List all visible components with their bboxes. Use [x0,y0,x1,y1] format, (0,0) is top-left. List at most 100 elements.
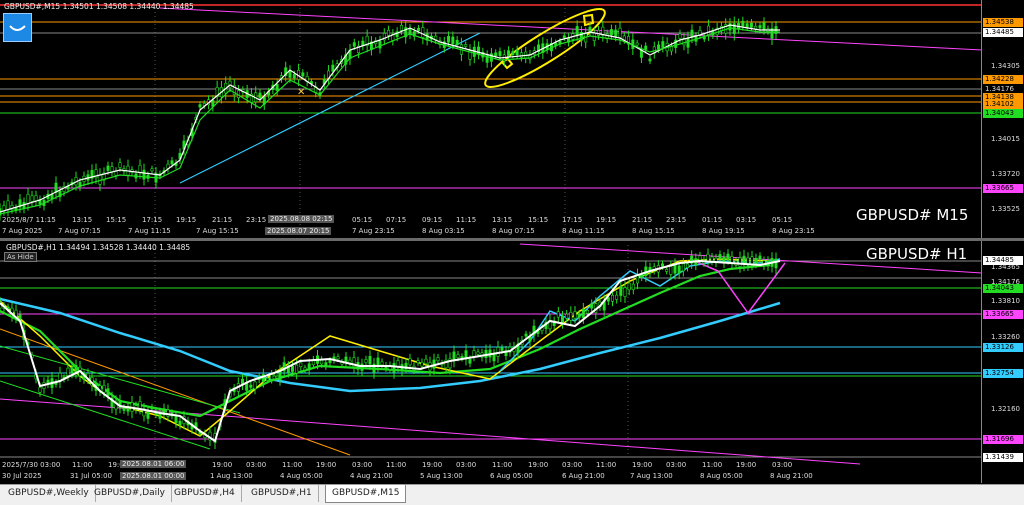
candle-body [681,263,685,272]
candle-body [290,365,294,372]
candle-body [511,51,515,56]
m15-time-label: 19:15 [176,216,197,224]
m15-time-label: 8 Aug 11:15 [562,227,605,235]
candle-body [288,70,292,78]
h1-price-tick: 1.33260 [991,333,1020,341]
candle-body [468,359,472,364]
h1-price-axis[interactable]: 1.34365 1.34176 1.33810 1.33260 1.32160 … [981,241,1024,483]
candle-body [738,257,742,267]
m15-time-label: 09:15 [422,216,443,224]
m15-chart-pane[interactable]: ✕ GBPUSD#,M15 1.34501 1.34508 1.34440 1.… [0,0,1024,238]
h1-time-label: 11:00 [702,461,723,469]
h1-chart-pane[interactable]: GBPUSD#,H1 1.34494 1.34528 1.34440 1.344… [0,241,1024,483]
candle-body [507,50,511,56]
candle-body [515,49,519,56]
tab-weekly[interactable]: GBPUSD#,Weekly [2,485,96,502]
candle-body [476,351,480,355]
candle-body [258,92,262,99]
candle-body [253,381,257,390]
candle-body [138,164,142,174]
candle-body [451,36,455,45]
m15-time-label: 19:15 [596,216,617,224]
candle-body [726,253,730,261]
tab-daily[interactable]: GBPUSD#,Daily [88,485,172,502]
h1-price-tag: 1.33126 [983,343,1023,352]
candle-body [718,254,722,259]
candle-body [420,362,424,367]
candle-body [106,165,110,171]
candle-body [170,160,174,165]
h1-current-price-tag: 1.34485 [983,256,1023,265]
candle-body [70,367,74,374]
candle-body [644,45,648,50]
candle-body [774,258,778,269]
candle-body [577,313,581,318]
h1-price-tag: 1.33665 [983,310,1023,319]
m15-price-axis[interactable]: 1.34305 1.34015 1.33720 1.33525 1.34538 … [981,0,1024,238]
m15-time-label: 23:15 [246,216,267,224]
candle-body [18,314,22,320]
candle-body [456,354,460,359]
m15-price-tag: 1.33665 [983,184,1023,193]
h1-hide-button[interactable]: As Hide [4,252,37,262]
candle-body [328,360,332,363]
h1-time-label: 19:00 [632,461,653,469]
m15-price-tag: 1.34538 [983,18,1023,27]
m15-price-tick: 1.34015 [991,135,1020,143]
candle-body [750,256,754,265]
m15-time-label: 07:15 [386,216,407,224]
m15-time-label: 7 Aug 23:15 [352,227,395,235]
candle-body [494,52,498,57]
candle-body [6,200,10,211]
candle-body [581,308,585,318]
candle-body [331,64,335,72]
candle-body [575,26,579,36]
candle-body [146,411,150,419]
tab-h4[interactable]: GBPUSD#,H4 [168,485,242,502]
candle-body [686,37,690,48]
candle-body [102,384,106,393]
candle-body [565,313,569,319]
candle-body [661,41,665,48]
h1-price-tag: 1.31696 [983,435,1023,444]
m15-cross-marker: ✕ [297,87,305,98]
candle-body [178,420,182,426]
candle-body [730,256,734,264]
m15-time-label: 15:15 [106,216,127,224]
candle-body [174,416,178,423]
tab-h1[interactable]: GBPUSD#,H1 [245,485,319,502]
h1-time-label: 4 Aug 21:00 [350,472,393,480]
candle-body [352,42,356,47]
candle-body [447,36,451,43]
candle-body [198,104,202,108]
m15-time-label: 05:15 [352,216,373,224]
candle-body [758,25,762,29]
m15-time-label: 7 Aug 07:15 [58,227,101,235]
candle-body [292,74,296,79]
candle-body [380,361,384,366]
candle-body [30,195,34,202]
h1-time-label: 6 Aug 05:00 [490,472,533,480]
candle-body [590,303,594,309]
h1-time-label: 8 Aug 21:00 [770,472,813,480]
candle-body [110,166,114,173]
candle-body [138,401,142,410]
candle-body [673,264,677,274]
m15-time-label: 03:15 [736,216,757,224]
m15-price-tag: 1.34102 [983,100,1023,109]
tab-m15[interactable]: GBPUSD#,M15 [325,485,407,503]
m15-candles [0,16,778,221]
candle-body [118,162,122,168]
m15-chart-canvas[interactable]: ✕ [0,0,982,238]
candle-body [562,35,566,38]
candle-body [378,40,382,49]
candle-body [455,39,459,45]
h1-symbol-label: GBPUSD# H1 [866,245,968,263]
candle-body [609,29,613,36]
h1-time-label: 19:00 [316,461,337,469]
h1-price-tick: 1.32160 [991,405,1020,413]
candle-body [249,384,253,388]
m15-time-label: 7 Aug 2025 [2,227,43,235]
h1-chart-canvas[interactable] [0,241,982,483]
candle-body [364,359,368,364]
